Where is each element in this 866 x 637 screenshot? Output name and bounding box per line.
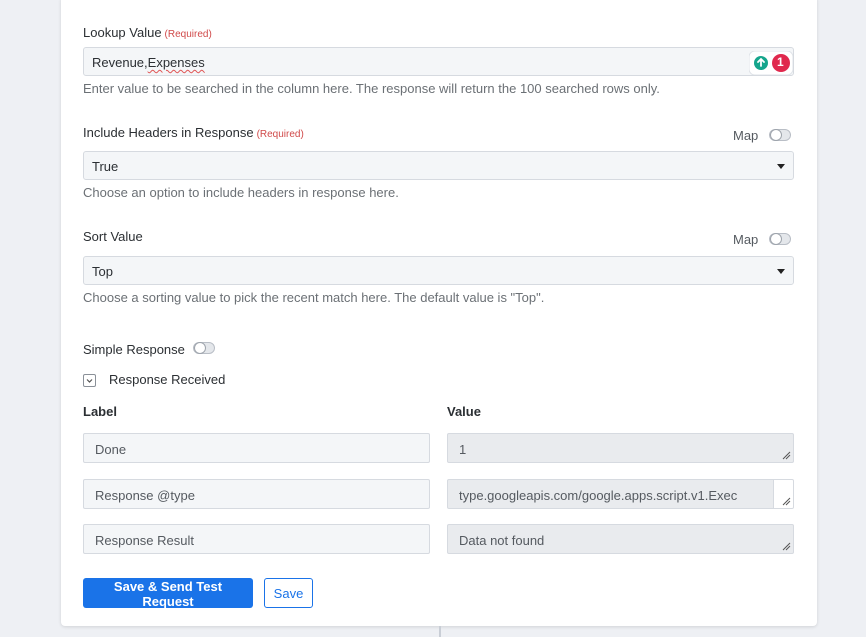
lookup-value-text: Revenue,Expenses: [92, 55, 205, 70]
required-marker: (Required): [256, 129, 304, 140]
resize-handle-icon[interactable]: [782, 542, 791, 551]
required-marker: (Required): [164, 29, 212, 40]
grammar-assistant-icon[interactable]: 1: [748, 50, 794, 76]
toggle-knob: [770, 233, 782, 245]
sort-map-toggle[interactable]: [769, 233, 791, 245]
chevron-down-icon: [777, 164, 785, 169]
column-header-label: Label: [83, 404, 117, 419]
column-header-value: Value: [447, 404, 481, 419]
sort-help: Choose a sorting value to pick the recen…: [83, 290, 545, 305]
toggle-knob: [770, 129, 782, 141]
response-value-text: type.googleapis.com/google.apps.script.v…: [459, 488, 738, 503]
response-value-field[interactable]: type.googleapis.com/google.apps.script.v…: [447, 479, 794, 509]
lookup-value-part1: Revenue,: [92, 55, 148, 70]
resize-handle-icon[interactable]: [782, 497, 791, 506]
response-label-field[interactable]: Response @type: [83, 479, 430, 509]
response-value-field[interactable]: 1: [447, 433, 794, 463]
response-label-field[interactable]: Response Result: [83, 524, 430, 554]
sort-select-value: Top: [92, 264, 113, 279]
response-value-text: Data not found: [459, 533, 545, 548]
grammar-issue-count: 1: [777, 55, 784, 69]
headers-map-label: Map: [733, 128, 759, 143]
chevron-down-icon: [777, 269, 785, 274]
headers-label-text: Include Headers in Response: [83, 125, 254, 140]
headers-help: Choose an option to include headers in r…: [83, 185, 399, 200]
response-label-field[interactable]: Done: [83, 433, 430, 463]
lookup-value-label-text: Lookup Value: [83, 25, 162, 40]
response-label-text: Response Result: [95, 533, 194, 548]
response-received-collapse[interactable]: [83, 374, 96, 387]
headers-map-toggle[interactable]: [769, 129, 791, 141]
lookup-value-part2: Expenses: [147, 55, 205, 70]
sort-value-label: Sort Value: [83, 229, 143, 244]
headers-select-value: True: [92, 159, 119, 174]
toggle-knob: [194, 342, 206, 354]
resize-handle-icon[interactable]: [782, 451, 791, 460]
lookup-value-help: Enter value to be searched in the column…: [83, 81, 660, 96]
response-value-text: 1: [459, 442, 467, 457]
headers-select[interactable]: True: [83, 151, 794, 180]
chevron-down-icon: [86, 379, 93, 383]
headers-label: Include Headers in Response (Required): [83, 125, 304, 140]
response-value-field[interactable]: Data not found: [447, 524, 794, 554]
save-send-test-request-button[interactable]: Save & Send Test Request: [83, 578, 253, 609]
sort-map-label: Map: [733, 232, 759, 247]
response-received-label: Response Received: [109, 372, 226, 387]
save-button[interactable]: Save: [264, 578, 313, 608]
simple-response-toggle[interactable]: [193, 342, 215, 354]
response-label-text: Response @type: [95, 488, 195, 503]
lookup-value-label: Lookup Value (Required): [83, 25, 212, 40]
sort-select[interactable]: Top: [83, 256, 794, 285]
lookup-value-input[interactable]: Revenue,Expenses 1: [83, 47, 794, 76]
connector-line: [439, 626, 441, 637]
response-label-text: Done: [95, 442, 127, 457]
simple-response-label: Simple Response: [83, 342, 185, 357]
